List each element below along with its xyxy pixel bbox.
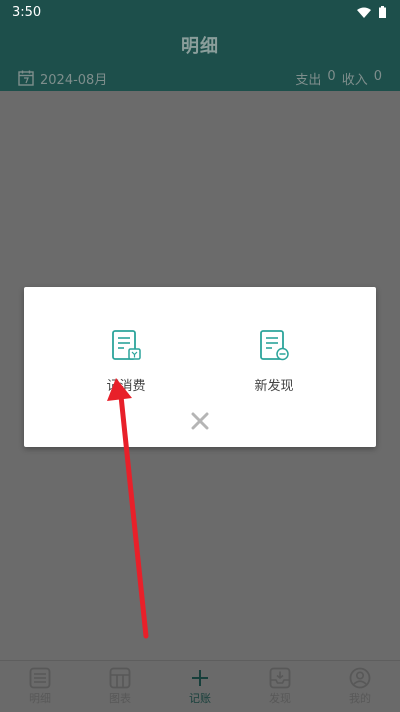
add-entry-dialog: 记消费 新发现 bbox=[24, 287, 376, 447]
plus-icon bbox=[192, 670, 208, 686]
nav-details-label: 明细 bbox=[29, 692, 51, 705]
nav-charts[interactable]: 图表 bbox=[80, 661, 160, 712]
month-picker[interactable]: 2024-08月 bbox=[18, 69, 107, 88]
new-discovery-option[interactable]: 新发现 bbox=[214, 329, 334, 399]
income-label: 收入 bbox=[341, 72, 368, 88]
expense-label: 支出 bbox=[295, 72, 322, 88]
page-title: 明细 bbox=[181, 36, 219, 57]
new-discovery-label: 新发现 bbox=[254, 379, 294, 394]
user-icon bbox=[349, 667, 371, 689]
battery-icon bbox=[379, 6, 386, 18]
list-icon bbox=[29, 667, 51, 689]
bottom-nav: 明细 图表 记账 发现 我的 bbox=[0, 660, 400, 712]
nav-mine-label: 我的 bbox=[349, 692, 371, 705]
record-expense-option[interactable]: 记消费 bbox=[66, 329, 186, 399]
nav-discover-label: 发现 bbox=[269, 692, 291, 705]
note-add-icon bbox=[112, 330, 141, 360]
status-time: 3:50 bbox=[12, 4, 42, 20]
expense-value: 0 bbox=[327, 68, 336, 84]
grid-icon bbox=[109, 667, 131, 689]
month-label: 2024-08月 bbox=[40, 72, 108, 88]
nav-bookkeeping[interactable]: 记账 bbox=[160, 661, 240, 712]
app-header: 3:50 明细 2024-08月 支出 0 收入 0 bbox=[0, 0, 400, 91]
nav-discover[interactable]: 发现 bbox=[240, 661, 320, 712]
nav-charts-label: 图表 bbox=[109, 692, 131, 705]
calendar-icon bbox=[18, 70, 34, 86]
close-dialog-button[interactable] bbox=[186, 407, 214, 435]
note-discover-icon bbox=[260, 330, 289, 361]
wifi-icon bbox=[357, 7, 371, 18]
record-expense-label: 记消费 bbox=[106, 379, 146, 394]
nav-mine[interactable]: 我的 bbox=[320, 661, 400, 712]
screen: 3:50 明细 2024-08月 支出 0 收入 0 记消费 新发现 明细 图表… bbox=[0, 0, 400, 712]
status-bar: 3:50 bbox=[0, 0, 400, 24]
nav-bookkeeping-label: 记账 bbox=[189, 692, 211, 705]
close-icon bbox=[191, 412, 209, 430]
month-totals: 支出 0 收入 0 bbox=[295, 69, 382, 88]
income-value: 0 bbox=[373, 68, 382, 84]
nav-details[interactable]: 明细 bbox=[0, 661, 80, 712]
month-summary-bar: 2024-08月 支出 0 收入 0 bbox=[0, 66, 400, 90]
inbox-icon bbox=[269, 667, 291, 689]
